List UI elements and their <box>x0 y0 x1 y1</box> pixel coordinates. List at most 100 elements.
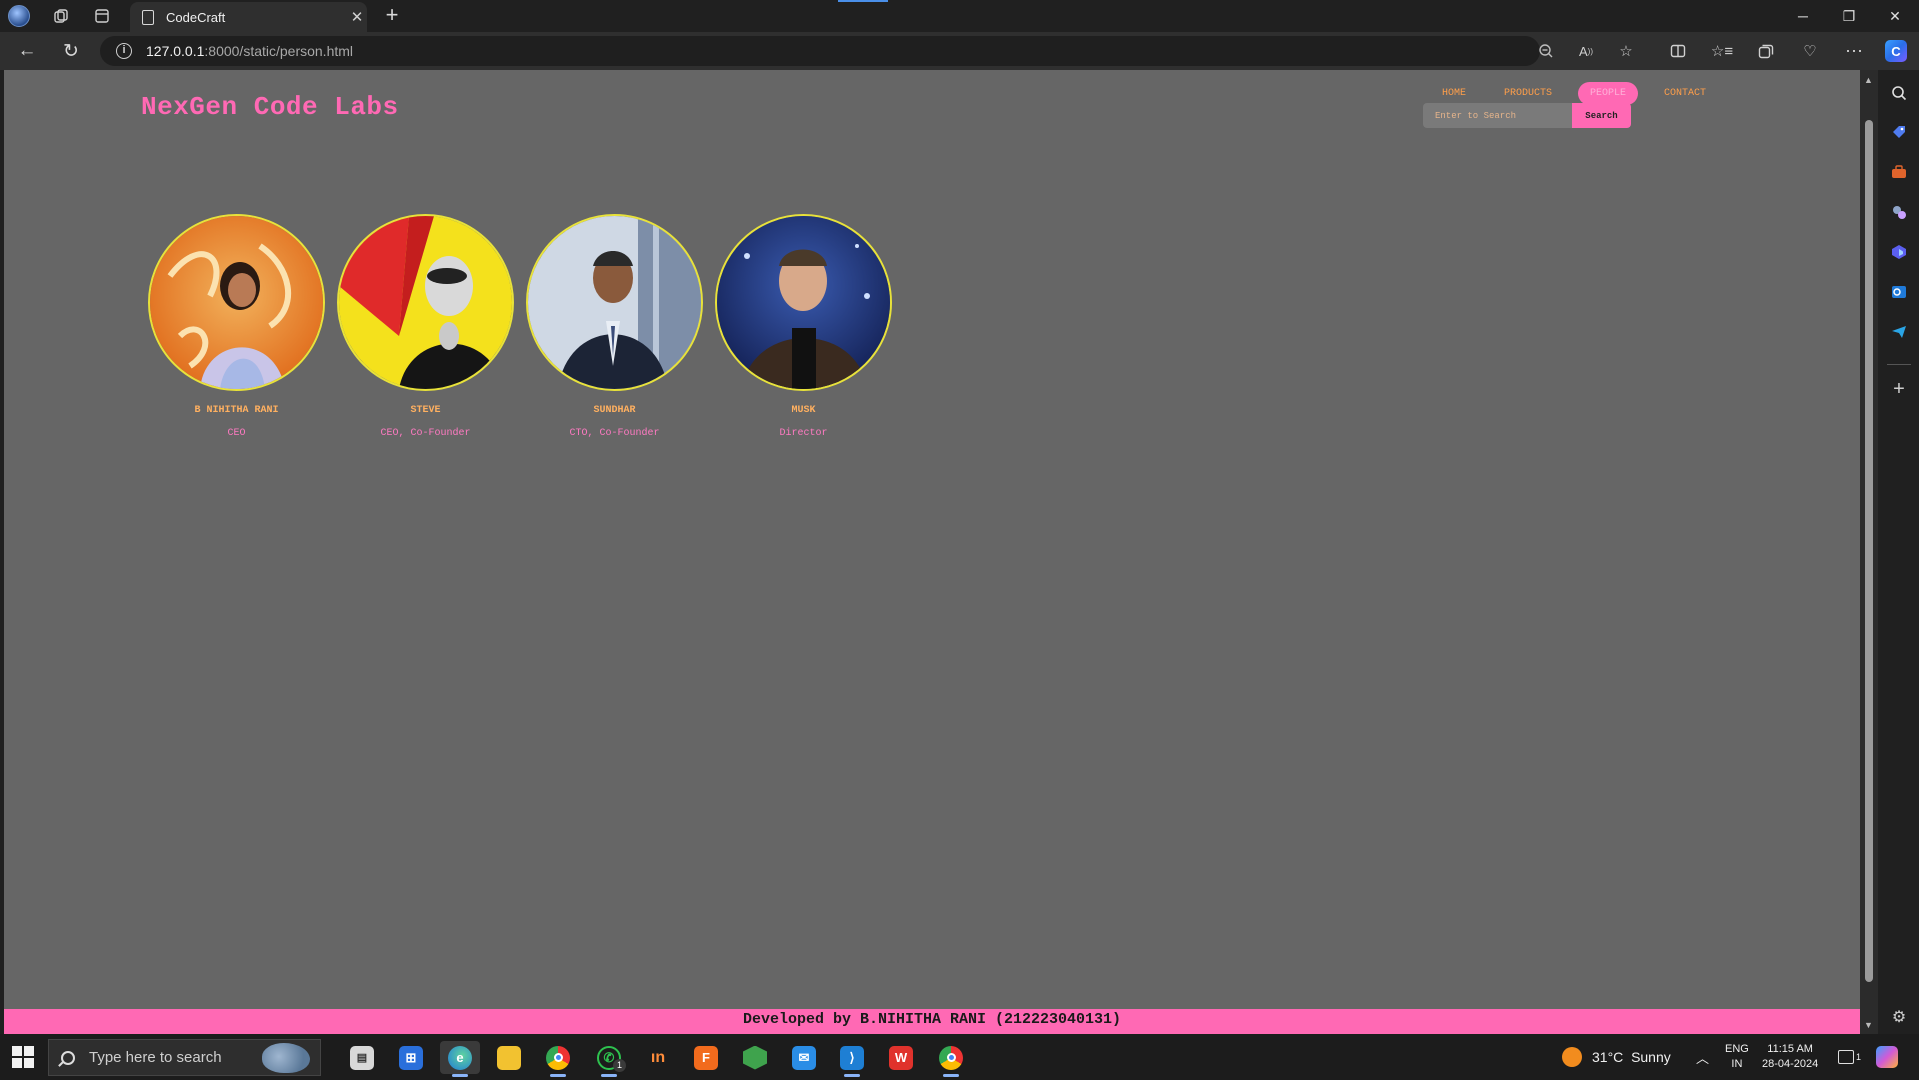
person-avatar[interactable] <box>148 214 325 391</box>
microsoft-store-icon[interactable]: ⊞ <box>391 1041 431 1074</box>
more-menu-icon[interactable]: ⋯ <box>1842 40 1866 62</box>
vertical-tabs-icon[interactable] <box>89 4 115 28</box>
url-host: 127.0.0.1 <box>146 43 205 59</box>
scroll-down-icon[interactable]: ▼ <box>1864 1020 1873 1030</box>
restore-button[interactable]: ❐ <box>1827 0 1871 32</box>
outlook-icon[interactable] <box>1888 281 1910 303</box>
sidebar-add-icon[interactable]: + <box>1888 378 1910 400</box>
person-avatar[interactable] <box>337 214 514 391</box>
windows-start-icon[interactable] <box>12 1046 34 1068</box>
copilot-icon[interactable]: C <box>1885 40 1907 62</box>
browser-title-bar: CodeCraft ✕ + ─ ❐ ✕ <box>0 0 1919 32</box>
sun-weather-icon <box>1562 1047 1582 1067</box>
site-search: Search <box>1423 103 1631 128</box>
site-logo[interactable]: NexGen Code Labs <box>141 92 399 122</box>
search-highlight-icon <box>262 1043 310 1073</box>
nav-link-people[interactable]: PEOPLE <box>1578 82 1639 105</box>
notification-center[interactable]: 1 <box>1838 1034 1861 1080</box>
weather-temp: 31°C <box>1592 1049 1624 1065</box>
games-icon[interactable] <box>1888 201 1910 223</box>
scrollbar-thumb[interactable] <box>1865 120 1873 982</box>
notification-badge: 1 <box>1856 1052 1862 1062</box>
profile-button[interactable] <box>6 4 32 28</box>
person-avatar[interactable] <box>526 214 703 391</box>
page-icon <box>142 9 154 25</box>
taskbar-search-box[interactable]: Type here to search <box>48 1039 321 1076</box>
language-indicator[interactable]: ENG IN <box>1725 1034 1749 1080</box>
wps-office-icon[interactable]: W <box>881 1041 921 1074</box>
back-arrow-icon[interactable]: ← <box>12 38 42 64</box>
search-button[interactable]: Search <box>1572 103 1631 128</box>
page-viewport: NexGen Code Labs HOME PRODUCTS PEOPLE CO… <box>4 70 1860 1034</box>
node-app-icon[interactable] <box>735 1041 775 1074</box>
read-aloud-icon[interactable]: A)) <box>1574 40 1598 62</box>
clock-date: 28-04-2024 <box>1762 1058 1819 1070</box>
windows-taskbar: Type here to search ▤ ⊞ e ✆ 1 ın F ✉ ⟩ W… <box>0 1034 1919 1080</box>
mail-icon[interactable]: ✉ <box>784 1041 824 1074</box>
chrome-icon[interactable] <box>538 1041 578 1077</box>
vscode-icon[interactable]: ⟩ <box>832 1041 872 1077</box>
whatsapp-badge: 1 <box>613 1059 626 1072</box>
tools-briefcase-icon[interactable] <box>1888 161 1910 183</box>
person-name: MUSK <box>791 405 816 416</box>
language-line-2: IN <box>1731 1058 1743 1070</box>
browser-tab[interactable]: CodeCraft ✕ <box>130 2 367 32</box>
scroll-up-icon[interactable]: ▲ <box>1864 75 1873 85</box>
address-field[interactable]: i 127.0.0.1:8000/static/person.html <box>100 36 1540 66</box>
edge-sidebar: + ⚙ <box>1879 70 1919 1034</box>
person-card: MUSK Director <box>715 214 892 439</box>
nav-link-contact[interactable]: CONTACT <box>1652 82 1718 105</box>
person-role: CTO, Co-Founder <box>569 428 660 439</box>
send-telegram-icon[interactable] <box>1888 321 1910 343</box>
insights-app-icon[interactable]: ın <box>638 1041 678 1074</box>
shopping-tag-icon[interactable] <box>1888 121 1910 143</box>
browser-essentials-icon[interactable]: ♡ <box>1798 40 1822 62</box>
file-explorer-icon[interactable] <box>489 1041 529 1074</box>
search-input[interactable] <box>1423 103 1572 128</box>
person-card: STEVE CEO, Co-Founder <box>337 214 514 439</box>
zoom-out-icon[interactable] <box>1534 40 1558 62</box>
split-screen-icon[interactable] <box>1666 40 1690 62</box>
profile-avatar-icon <box>8 5 30 27</box>
url-path: :8000/static/person.html <box>204 43 354 59</box>
file-manager-app-icon[interactable]: ▤ <box>342 1041 382 1074</box>
nav-link-products[interactable]: PRODUCTS <box>1492 82 1564 105</box>
microsoft-365-icon[interactable] <box>1888 241 1910 263</box>
tab-close-icon[interactable]: ✕ <box>347 8 367 26</box>
edge-browser-icon[interactable]: e <box>440 1041 480 1077</box>
sidebar-settings-gear-icon[interactable]: ⚙ <box>1888 1006 1910 1028</box>
taskbar-search-placeholder: Type here to search <box>89 1049 222 1066</box>
address-toolbar: ← ↻ i 127.0.0.1:8000/static/person.html … <box>0 32 1919 70</box>
favorites-icon[interactable]: ☆≡ <box>1710 40 1734 62</box>
whatsapp-icon[interactable]: ✆ 1 <box>589 1041 629 1077</box>
collections-icon[interactable] <box>1754 40 1778 62</box>
copilot-taskbar-icon[interactable] <box>1876 1034 1898 1080</box>
tray-overflow-chevron-icon[interactable]: ︿ <box>1696 1034 1709 1080</box>
site-navigation: HOME PRODUCTS PEOPLE CONTACT <box>1430 82 1732 105</box>
fl-app-icon[interactable]: F <box>686 1041 726 1074</box>
site-footer: Developed by B.NIHITHA RANI (21222304013… <box>4 1009 1860 1034</box>
favorite-star-icon[interactable]: ☆ <box>1614 40 1638 62</box>
language-line-1: ENG <box>1725 1043 1749 1055</box>
site-info-icon[interactable]: i <box>116 43 132 59</box>
nav-link-home[interactable]: HOME <box>1430 82 1478 105</box>
minimize-button[interactable]: ─ <box>1781 0 1825 32</box>
clock[interactable]: 11:15 AM 28-04-2024 <box>1762 1034 1818 1080</box>
person-name: B NIHITHA RANI <box>194 405 279 416</box>
close-window-button[interactable]: ✕ <box>1873 0 1917 32</box>
people-grid: B NIHITHA RANI CEO STEVE CEO, Co-Founder <box>148 214 892 439</box>
workspaces-icon[interactable] <box>48 4 74 28</box>
page-scrollbar[interactable]: ▲ ▼ <box>1860 70 1878 1034</box>
refresh-icon[interactable]: ↻ <box>56 38 86 64</box>
chrome-profile-icon[interactable] <box>931 1041 971 1077</box>
person-role: CEO, Co-Founder <box>380 428 471 439</box>
person-role: CEO <box>227 428 246 439</box>
person-card: B NIHITHA RANI CEO <box>148 214 325 439</box>
new-tab-button[interactable]: + <box>379 4 405 28</box>
clock-time: 11:15 AM <box>1767 1043 1813 1055</box>
weather-widget[interactable]: 31°C Sunny <box>1562 1034 1671 1080</box>
person-avatar[interactable] <box>715 214 892 391</box>
sidebar-divider <box>1887 364 1911 365</box>
sidebar-search-icon[interactable] <box>1888 82 1910 104</box>
weather-condition: Sunny <box>1631 1049 1671 1065</box>
